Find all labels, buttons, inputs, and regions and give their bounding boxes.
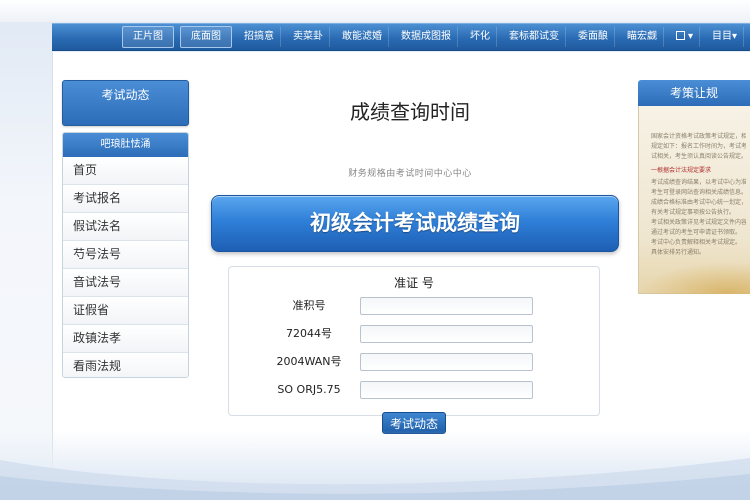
page-subtitle: 财务规格由考试时间中心中心 bbox=[348, 169, 472, 179]
policy-text-line: 规定如下：报名工作时间为，考试考 bbox=[651, 143, 746, 150]
nav-item-8[interactable]: 套标都试变 bbox=[503, 27, 566, 47]
form-row: 准积号 bbox=[229, 297, 599, 315]
field-label: 准积号 bbox=[292, 299, 326, 312]
nav-item-7[interactable]: 坏化 bbox=[464, 27, 497, 47]
sidebar-item-5[interactable]: 音试法号 bbox=[63, 269, 188, 297]
nav-item-10[interactable]: 瞄宏觑 bbox=[621, 27, 664, 47]
policy-text-line: 考试成绩查询结果，以考试中心为准。 bbox=[651, 179, 746, 186]
sidebar-menu-header: 吧琅肚怯涌 bbox=[63, 133, 188, 157]
name-input[interactable] bbox=[360, 353, 533, 371]
nav-item-more[interactable]: 目目▾ bbox=[706, 27, 745, 47]
query-banner: 初级会计考试成绩查询 bbox=[211, 195, 619, 252]
sidebar-item-8[interactable]: 看雨法规 bbox=[63, 353, 188, 377]
nav-dropdown-menu[interactable]: ▾ bbox=[670, 27, 701, 47]
sidebar-item-3[interactable]: 假试法名 bbox=[63, 213, 188, 241]
sidebar-menu: 吧琅肚怯涌 首页 考试报名 假试法名 芍号法号 音试法号 证假省 政镇法孝 看雨… bbox=[62, 132, 189, 378]
sidebar-header[interactable]: 考试动态 bbox=[62, 80, 189, 126]
form-row: 72044号 bbox=[229, 325, 599, 343]
policy-text-line: 通过考试的考生可申请证书领取。 bbox=[651, 229, 742, 236]
id-number-input[interactable] bbox=[360, 325, 533, 343]
nav-item-3[interactable]: 招搞意 bbox=[238, 27, 281, 47]
form-heading: 准证 号 bbox=[394, 276, 434, 290]
nav-item-2[interactable]: 底面图 bbox=[180, 26, 232, 48]
policy-text-line: 国家会计资格考试政策考试规定，相关 bbox=[651, 133, 746, 140]
field-label: SO ORJ5.75 bbox=[277, 383, 341, 396]
nav-item-9[interactable]: 委面酿 bbox=[572, 27, 615, 47]
policy-text-line: 具体安排另行通知。 bbox=[651, 249, 706, 256]
page-top-strip bbox=[0, 0, 750, 22]
nav-dropdown-caret: ▾ bbox=[688, 31, 694, 42]
page-title: 成绩查询时间 bbox=[350, 100, 470, 124]
nav-item-5[interactable]: 敢能滤婚 bbox=[336, 27, 389, 47]
sidebar-item-7[interactable]: 政镇法孝 bbox=[63, 325, 188, 353]
verification-code-input[interactable] bbox=[360, 381, 533, 399]
sidebar-item-registration[interactable]: 考试报名 bbox=[63, 185, 188, 213]
bottom-wave-decoration bbox=[0, 458, 750, 500]
right-panel-body: 国家会计资格考试政策考试规定，相关 规定如下：报名工作时间为，考试考 试相关，考… bbox=[638, 106, 750, 294]
policy-text-line: 试相关，考生须认真阅读公告规定。 bbox=[651, 153, 746, 160]
policy-text-line: 考试中心负责解释相关考试规定。 bbox=[651, 239, 742, 246]
policy-text-line: 考生可登录网站查询相关成绩信息。 bbox=[651, 189, 746, 196]
form-row: SO ORJ5.75 bbox=[229, 381, 599, 399]
field-label: 2004WAN号 bbox=[276, 355, 342, 368]
policy-highlight-line: 一根据会计法规定要求 bbox=[651, 167, 712, 174]
sidebar-item-4[interactable]: 芍号法号 bbox=[63, 241, 188, 269]
query-form: 准证 号 准积号 72044号 2004WAN号 SO ORJ5.75 bbox=[228, 266, 600, 416]
nav-item-1[interactable]: 正片图 bbox=[122, 26, 174, 48]
window-icon bbox=[676, 31, 685, 40]
nav-item-6[interactable]: 数据成图报 bbox=[395, 27, 458, 47]
policy-text-line: 有关考试规定事项按公告执行。 bbox=[651, 209, 736, 216]
right-panel-title: 考策让规 bbox=[638, 80, 750, 106]
sidebar-item-6[interactable]: 证假省 bbox=[63, 297, 188, 325]
top-navigation-bar: 正片图 底面图 招搞意 卖菜卦 敢能滤婚 数据成图报 坏化 套标都试变 委面酿 … bbox=[52, 23, 750, 51]
policy-text-line: 考试相关政策详见考试规定文件内容 bbox=[651, 219, 746, 226]
form-row: 2004WAN号 bbox=[229, 353, 599, 371]
policy-text-line: 成绩合格标准由考试中心统一划定， bbox=[651, 199, 746, 206]
ticket-number-input[interactable] bbox=[360, 297, 533, 315]
field-label: 72044号 bbox=[286, 327, 332, 340]
sidebar-item-home[interactable]: 首页 bbox=[63, 157, 188, 185]
nav-item-4[interactable]: 卖菜卦 bbox=[287, 27, 330, 47]
